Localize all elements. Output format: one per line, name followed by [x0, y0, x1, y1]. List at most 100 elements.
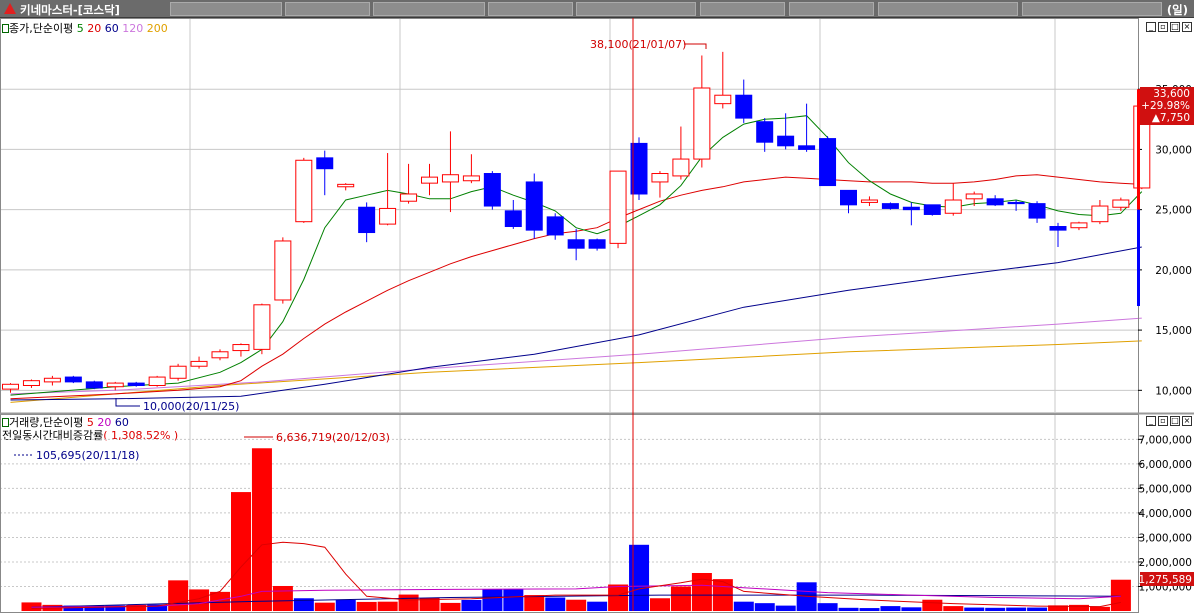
candle-body	[944, 199, 962, 214]
candle-body	[43, 377, 61, 383]
volume-bar	[461, 599, 482, 611]
candle-body	[546, 216, 564, 236]
volume-bar	[922, 599, 943, 611]
candle-body	[274, 240, 292, 301]
price-tick-label: 10,000	[1155, 385, 1192, 397]
candle-body	[1007, 201, 1025, 205]
volume-bar	[440, 602, 461, 611]
volume-high-annotation: 6,636,719(20/12/03)	[276, 431, 390, 444]
current-change: ▲7,750	[1152, 112, 1190, 124]
candle-body	[400, 193, 418, 202]
candle-body	[441, 174, 459, 183]
candle-body	[1091, 205, 1109, 223]
volume-grid	[0, 438, 1138, 587]
volume-bar	[524, 595, 545, 611]
volume-bar	[629, 544, 650, 611]
price-axis-down-band	[1137, 209, 1140, 307]
volume-bar	[587, 601, 608, 611]
volume-bar	[775, 605, 796, 611]
price-axis-up-band	[1137, 89, 1140, 210]
candle-body	[504, 210, 522, 228]
volume-bar	[859, 608, 880, 611]
candle-body	[1112, 199, 1130, 208]
candle-body	[525, 181, 543, 231]
candle-body	[881, 203, 899, 209]
candle-body	[819, 138, 837, 187]
volume-bar	[314, 602, 335, 611]
candle-body	[986, 198, 1004, 206]
candle-body	[860, 199, 878, 203]
candle-body	[1049, 226, 1067, 231]
price-grid	[0, 19, 1138, 611]
candle-body	[316, 157, 334, 170]
volume-bar	[168, 580, 189, 611]
candle-body	[148, 376, 166, 387]
volume-bar	[880, 606, 901, 611]
volume-bar	[503, 588, 524, 611]
current-change-pct: +29.98%	[1141, 100, 1190, 112]
volume-tick-label: 2,000,000	[1139, 557, 1192, 569]
volume-bar	[901, 607, 922, 611]
axes: 10,00015,00020,00025,00030,00035,0001,00…	[0, 18, 1194, 613]
candle-body	[1070, 222, 1088, 229]
candle-body	[22, 380, 40, 387]
volume-bar	[272, 585, 293, 611]
candle-body	[64, 376, 82, 383]
candle-body	[483, 173, 501, 207]
volume-bar	[398, 594, 419, 611]
volume-tick-label: 4,000,000	[1139, 508, 1192, 520]
candle-body	[85, 381, 103, 389]
candle-body	[609, 170, 627, 244]
candle-body	[337, 183, 355, 188]
volume-bar	[817, 603, 838, 611]
candle-body	[651, 173, 669, 183]
candle-body	[567, 239, 585, 249]
candle-body	[588, 239, 606, 249]
candle-body	[965, 193, 983, 200]
candle-body	[232, 344, 250, 352]
stock-chart[interactable]: 10,00015,00020,00025,00030,00035,0001,00…	[0, 0, 1194, 614]
current-volume: 1,275,589	[1139, 574, 1192, 586]
price-tick-label: 30,000	[1155, 144, 1192, 156]
candle-body	[672, 158, 690, 177]
volume-tick-label: 5,000,000	[1139, 483, 1192, 495]
volume-bar	[545, 597, 566, 611]
candle-body	[2, 383, 19, 390]
candle-body	[253, 304, 271, 350]
volume-bar	[964, 607, 985, 611]
candle-body	[923, 204, 941, 215]
price-tick-label: 20,000	[1155, 265, 1192, 277]
candle-body	[106, 382, 124, 388]
volume-bar	[377, 601, 398, 611]
volume-bar	[754, 603, 775, 611]
volume-bar	[733, 601, 754, 611]
price-pane-frame	[0, 18, 1139, 414]
price-tick-label: 15,000	[1155, 325, 1192, 337]
volume-bar	[943, 606, 964, 611]
price-tick-label: 25,000	[1155, 205, 1192, 217]
volume-low-annotation: 105,695(20/11/18)	[36, 449, 139, 462]
candle-body	[735, 94, 753, 119]
volume-tick-label: 6,000,000	[1139, 459, 1192, 471]
volume-bar	[608, 584, 629, 611]
volume-tick-label: 7,000,000	[1139, 434, 1192, 446]
candle-body	[902, 206, 920, 211]
volume-bar	[1027, 607, 1048, 611]
volume-tick-label: 3,000,000	[1139, 532, 1192, 544]
volume-bar	[1006, 607, 1027, 611]
volume-bar	[670, 586, 691, 611]
candle-body	[211, 351, 229, 359]
candle-body	[190, 360, 208, 367]
candle-body	[1028, 203, 1046, 219]
candle-body	[777, 135, 795, 147]
volume-bar	[650, 598, 670, 611]
current-price: 33,600	[1153, 88, 1190, 100]
volume-bar	[482, 589, 503, 611]
volume-bar	[1089, 606, 1110, 611]
candle-body	[379, 207, 397, 225]
volume-bar	[335, 599, 356, 611]
volume-bar	[1069, 604, 1089, 611]
candle-body	[693, 87, 711, 160]
volume-bar	[566, 599, 587, 611]
price-high-leader	[684, 43, 707, 49]
